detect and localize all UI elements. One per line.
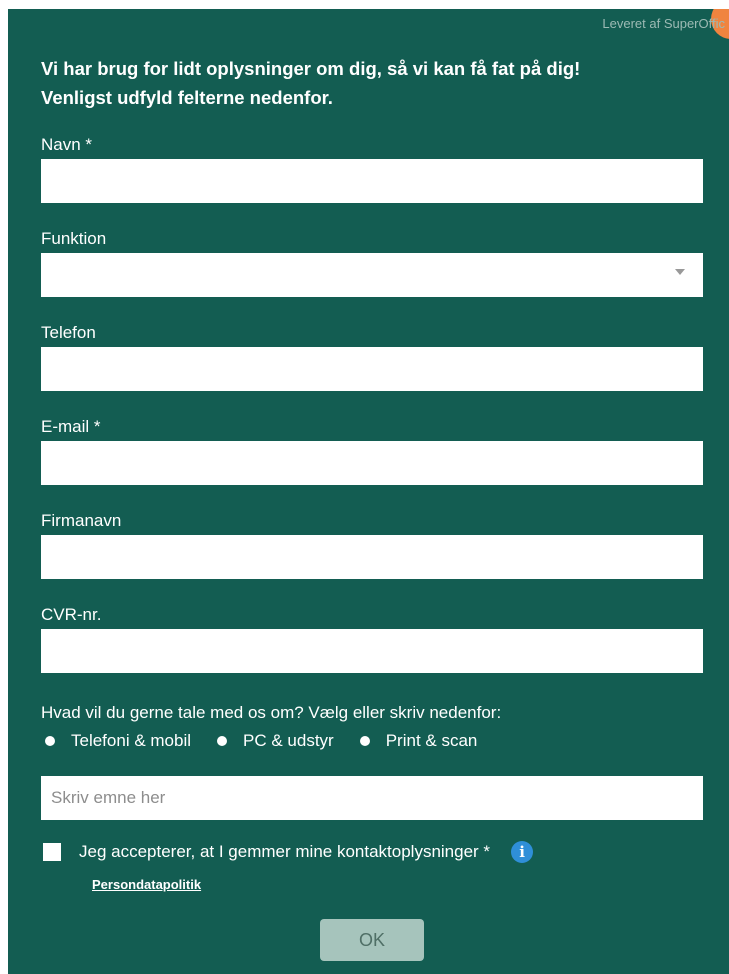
- intro-text: Vi har brug for lidt oplysninger om dig,…: [41, 54, 580, 112]
- radio-label: PC & udstyr: [243, 731, 334, 750]
- consent-label: Jeg accepterer, at I gemmer mine kontakt…: [79, 842, 491, 861]
- radio-dot-icon: [217, 736, 228, 746]
- intro-line-2: Venligst udfyld felterne nedenfor.: [41, 87, 333, 108]
- privacy-policy-link[interactable]: Persondatapolitik: [92, 877, 201, 892]
- consent-checkbox[interactable]: [43, 843, 61, 861]
- radio-label: Telefoni & mobil: [71, 731, 192, 750]
- topic-input[interactable]: Skriv emne her: [41, 776, 703, 820]
- cvr-field[interactable]: [41, 629, 703, 673]
- company-field[interactable]: [41, 535, 703, 579]
- radio-telefoni-mobil[interactable]: Telefoni & mobil: [41, 731, 191, 751]
- function-label: Funktion: [41, 229, 107, 248]
- radio-pc-udstyr[interactable]: PC & udstyr: [213, 731, 334, 751]
- email-label: E-mail *: [41, 417, 101, 436]
- function-select[interactable]: [41, 253, 703, 297]
- company-label: Firmanavn: [41, 511, 122, 530]
- radio-label: Print & scan: [385, 731, 478, 750]
- name-field[interactable]: [41, 159, 703, 203]
- topic-question: Hvad vil du gerne tale med os om? Vælg e…: [41, 703, 502, 722]
- radio-dot-icon: [45, 736, 55, 746]
- info-icon[interactable]: i: [511, 841, 534, 863]
- radio-dot-icon: [359, 736, 370, 746]
- phone-label: Telefon: [41, 323, 96, 342]
- radio-print-scan[interactable]: Print & scan: [356, 731, 478, 751]
- name-label: Navn *: [41, 135, 93, 154]
- intro-line-1: Vi har brug for lidt oplysninger om dig,…: [41, 58, 581, 79]
- ok-button[interactable]: OK: [320, 919, 424, 961]
- contact-form-panel: Leveret af SuperOffic Vi har brug for li…: [8, 9, 729, 974]
- topic-placeholder: Skriv emne her: [51, 788, 166, 807]
- consent-row: Jeg accepterer, at I gemmer mine kontakt…: [41, 841, 534, 863]
- chevron-down-icon: [675, 269, 685, 275]
- cvr-label: CVR-nr.: [41, 605, 102, 624]
- phone-field[interactable]: [41, 347, 703, 391]
- powered-by-label: Leveret af SuperOffic: [602, 16, 725, 31]
- email-field[interactable]: [41, 441, 703, 485]
- topic-radio-group: Telefoni & mobil PC & udstyr Print & sca…: [41, 731, 499, 751]
